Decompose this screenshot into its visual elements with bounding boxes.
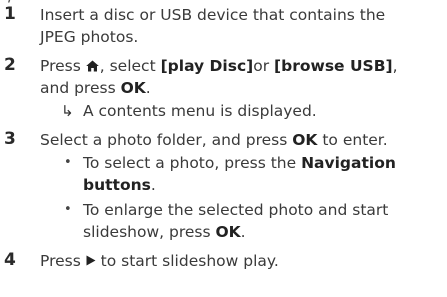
step-2-line-1: Press , select [play Disc]or [browse USB…	[40, 57, 398, 75]
step-2-line-2: and press OK.	[40, 79, 151, 97]
step-1-line-1: Insert a disc or USB device that contain…	[40, 6, 386, 24]
step-number-3: 3	[4, 129, 16, 149]
step-3-line-1: Select a photo folder, and press OK to e…	[40, 131, 388, 149]
home-icon	[85, 58, 99, 72]
bullet-1-line-2: buttons.	[83, 176, 156, 194]
step-number-1: 1	[4, 4, 16, 24]
step-1-line-2: JPEG photos.	[40, 28, 139, 46]
bullet-1-line-1: To select a photo, press the Navigation	[83, 154, 396, 172]
play-icon	[86, 252, 96, 266]
step-number-4: 4	[4, 250, 16, 270]
bullet-2-line-2: slideshow, press OK.	[83, 223, 246, 241]
step-2-result: A contents menu is displayed.	[83, 102, 317, 120]
step-number-2: 2	[4, 55, 16, 75]
instruction-document: / 1 Insert a disc or USB device that con…	[0, 0, 447, 297]
bullet-1-symbol: •	[64, 155, 72, 170]
bullet-2-symbol: •	[64, 202, 72, 217]
bullet-2-line-1: To enlarge the selected photo and start	[83, 201, 389, 219]
result-arrow-icon: ↳	[61, 102, 74, 120]
step-4-line-1: Press to start slideshow play.	[40, 252, 279, 270]
